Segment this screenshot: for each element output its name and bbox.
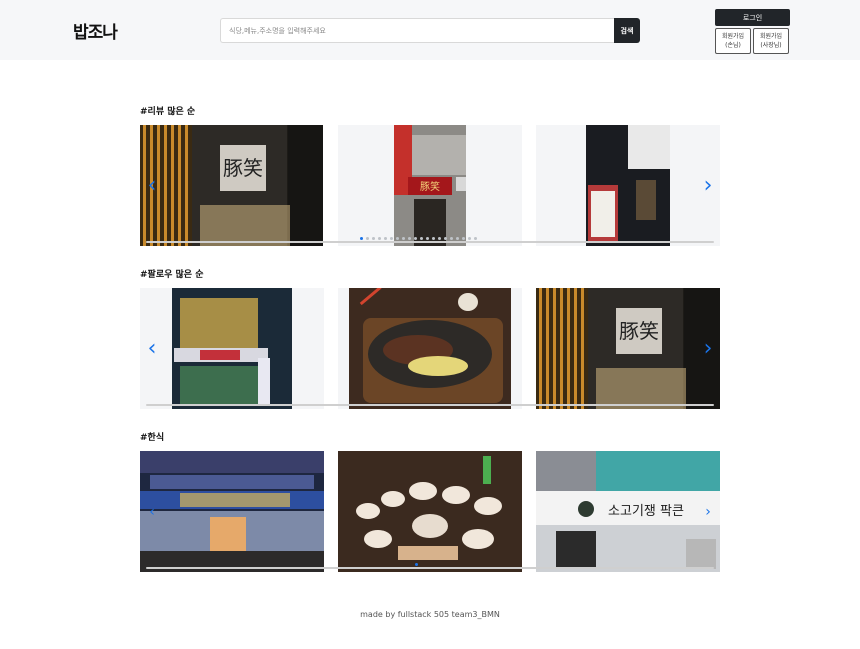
- pagination-dot[interactable]: [360, 237, 363, 240]
- pagination-dot[interactable]: [420, 237, 423, 240]
- pagination-dot[interactable]: [462, 237, 465, 240]
- pagination-dot[interactable]: [450, 237, 453, 240]
- svg-text:豚笑: 豚笑: [223, 156, 263, 180]
- search-input[interactable]: [220, 18, 614, 43]
- carousel-korean[interactable]: 소고기쟁 팍큰 ‹ ›: [140, 451, 720, 572]
- pagination-dot[interactable]: [378, 237, 381, 240]
- join-customer-label: 회원가입: [721, 33, 745, 40]
- restaurant-image[interactable]: [338, 288, 522, 409]
- restaurant-image[interactable]: [338, 451, 522, 572]
- search-bar: 검색: [220, 18, 640, 43]
- pagination-dot[interactable]: [444, 237, 447, 240]
- logo[interactable]: 밥조나: [73, 18, 118, 43]
- svg-text:豚笑: 豚笑: [420, 180, 440, 193]
- join-owner-button[interactable]: 회원가입 (사장님): [753, 28, 789, 54]
- chevron-left-icon[interactable]: ‹: [142, 174, 162, 197]
- restaurant-image[interactable]: 豚笑: [338, 125, 522, 246]
- restaurant-photo: [349, 288, 511, 409]
- section-title-follows: #팔로우 많은 순: [140, 270, 204, 280]
- pagination-dot[interactable]: [372, 237, 375, 240]
- pagination-dot[interactable]: [408, 237, 411, 240]
- restaurant-image[interactable]: [536, 125, 720, 246]
- carousel-pagination: [415, 563, 418, 566]
- pagination-dot[interactable]: [414, 237, 417, 240]
- pagination-dot[interactable]: [456, 237, 459, 240]
- header: 밥조나 검색 로그인 회원가입 (손님) 회원가입 (사장님): [0, 0, 860, 60]
- carousel-pagination: [360, 237, 477, 240]
- footer-credit: made by fullstack 505 team3_BMN: [360, 610, 500, 619]
- restaurant-photo: [172, 288, 292, 409]
- carousel-scrollbar[interactable]: [146, 567, 714, 569]
- chevron-left-icon[interactable]: ‹: [142, 501, 162, 523]
- restaurant-image[interactable]: 소고기쟁 팍큰: [536, 451, 720, 572]
- pagination-dot[interactable]: [384, 237, 387, 240]
- pagination-dot[interactable]: [366, 237, 369, 240]
- chevron-right-icon[interactable]: ›: [698, 174, 718, 197]
- pagination-dot[interactable]: [468, 237, 471, 240]
- restaurant-photo: 豚笑: [394, 125, 466, 246]
- restaurant-photo: 豚笑: [536, 288, 720, 409]
- pagination-dot[interactable]: [415, 563, 418, 566]
- carousel-follows[interactable]: 豚笑 ‹ ›: [140, 288, 720, 409]
- login-button[interactable]: 로그인: [715, 9, 790, 26]
- search-button[interactable]: 검색: [614, 18, 640, 43]
- chevron-right-icon[interactable]: ›: [698, 501, 718, 523]
- restaurant-photo: [338, 451, 522, 572]
- pagination-dot[interactable]: [438, 237, 441, 240]
- pagination-dot[interactable]: [402, 237, 405, 240]
- restaurant-image[interactable]: [140, 288, 324, 409]
- restaurant-photo: 豚笑: [140, 125, 323, 246]
- pagination-dot[interactable]: [390, 237, 393, 240]
- pagination-dot[interactable]: [426, 237, 429, 240]
- section-title-reviews: #리뷰 많은 순: [140, 107, 196, 117]
- carousel-reviews[interactable]: 豚笑 豚笑 ‹ ›: [140, 125, 720, 246]
- join-customer-sublabel: (손님): [725, 42, 741, 49]
- chevron-left-icon[interactable]: ‹: [142, 337, 162, 360]
- svg-text:豚笑: 豚笑: [619, 319, 659, 343]
- join-owner-label: 회원가입: [759, 33, 783, 40]
- restaurant-image[interactable]: 豚笑: [536, 288, 720, 409]
- join-customer-button[interactable]: 회원가입 (손님): [715, 28, 751, 54]
- chevron-right-icon[interactable]: ›: [698, 337, 718, 360]
- svg-text:소고기쟁 팍큰: 소고기쟁 팍큰: [608, 504, 684, 519]
- restaurant-photo: [586, 125, 670, 246]
- restaurant-image[interactable]: [140, 451, 324, 572]
- restaurant-photo: [140, 451, 324, 572]
- join-owner-sublabel: (사장님): [760, 42, 782, 49]
- pagination-dot[interactable]: [432, 237, 435, 240]
- pagination-dot[interactable]: [474, 237, 477, 240]
- pagination-dot[interactable]: [396, 237, 399, 240]
- section-title-korean: #한식: [140, 433, 165, 443]
- restaurant-image[interactable]: 豚笑: [140, 125, 323, 246]
- restaurant-photo: 소고기쟁 팍큰: [536, 451, 720, 572]
- carousel-scrollbar[interactable]: [146, 404, 714, 406]
- carousel-scrollbar[interactable]: [146, 241, 714, 243]
